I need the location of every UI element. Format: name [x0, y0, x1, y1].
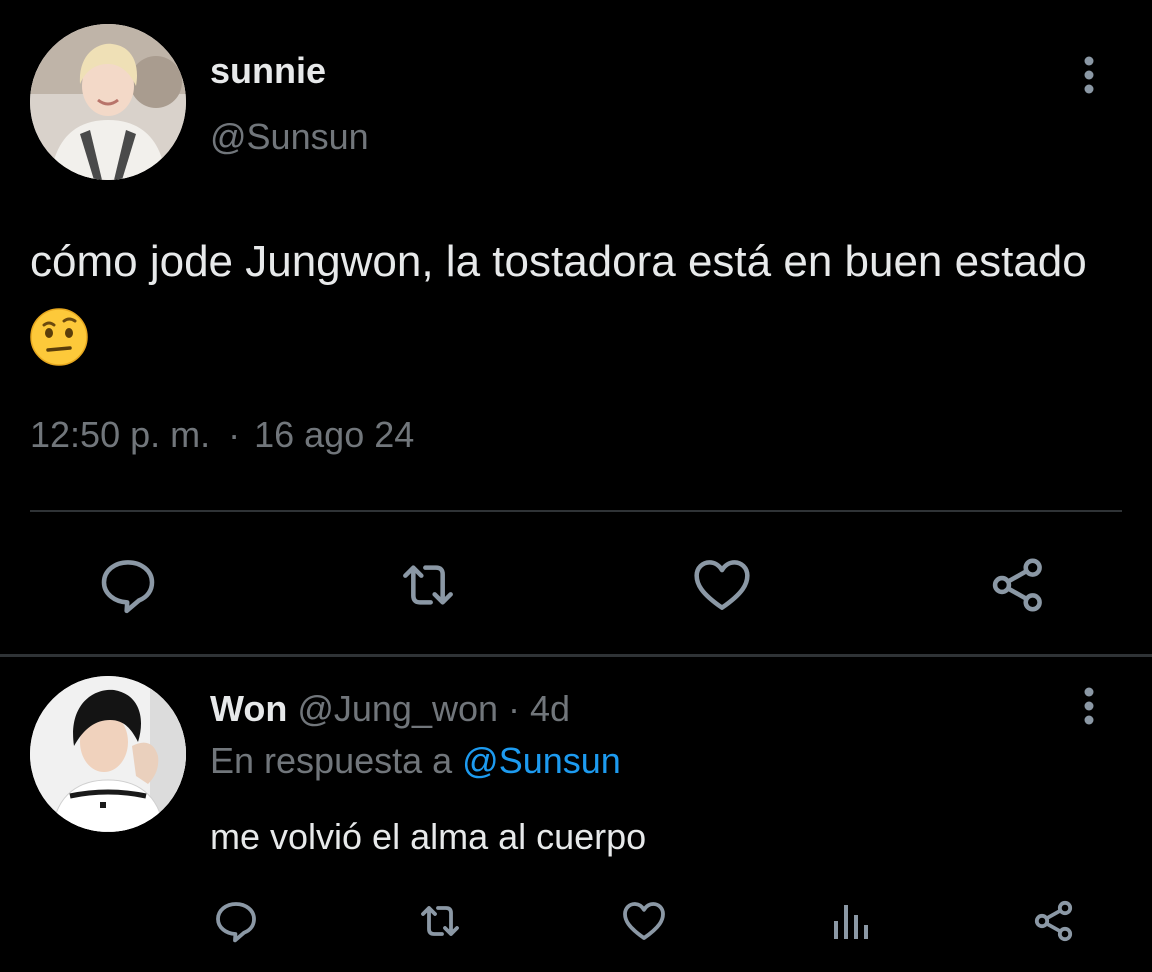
- reply-icon[interactable]: [212, 897, 260, 945]
- reply-author-handle[interactable]: @Jung_won: [297, 688, 498, 729]
- replying-to-handle-link[interactable]: @Sunsun: [462, 740, 621, 781]
- divider: [30, 510, 1122, 512]
- share-icon[interactable]: [1030, 897, 1078, 945]
- tweet-text: cómo jode Jungwon, la tostadora está en …: [30, 222, 1140, 382]
- retweet-icon[interactable]: [396, 553, 460, 617]
- like-icon[interactable]: [620, 897, 668, 945]
- reply-header: Won @Jung_won · 4d: [210, 688, 570, 730]
- replying-to: En respuesta a @Sunsun: [210, 740, 621, 782]
- reply-icon[interactable]: [96, 553, 160, 617]
- tweet-text-content: cómo jode Jungwon, la tostadora está en …: [30, 237, 1087, 286]
- reply-avatar[interactable]: [30, 676, 186, 832]
- avatar-photo: [30, 24, 186, 180]
- divider: [0, 654, 1152, 657]
- more-options-icon[interactable]: [1072, 55, 1106, 99]
- reply-author-display-name[interactable]: Won: [210, 688, 287, 729]
- retweet-icon[interactable]: [416, 897, 464, 945]
- author-handle[interactable]: @Sunsun: [210, 116, 369, 158]
- reply-avatar-photo: [30, 676, 186, 832]
- tweet-date: 16 ago 24: [254, 414, 415, 455]
- replying-to-label: En respuesta a: [210, 740, 453, 781]
- like-icon[interactable]: [690, 553, 754, 617]
- meta-separator: ·: [228, 414, 241, 455]
- tweet-time: 12:50 p. m.: [30, 414, 211, 455]
- reply-age: · 4d: [508, 688, 571, 729]
- tweet-timestamp[interactable]: 12:50 p. m. · 16 ago 24: [30, 414, 414, 456]
- author-display-name[interactable]: sunnie: [210, 50, 326, 92]
- avatar[interactable]: [30, 24, 186, 180]
- more-options-icon[interactable]: [1072, 686, 1106, 730]
- reply-text: me volvió el alma al cuerpo: [210, 816, 647, 857]
- analytics-icon[interactable]: [826, 897, 874, 945]
- share-icon[interactable]: [986, 553, 1050, 617]
- face-with-raised-eyebrow-icon: [30, 308, 88, 366]
